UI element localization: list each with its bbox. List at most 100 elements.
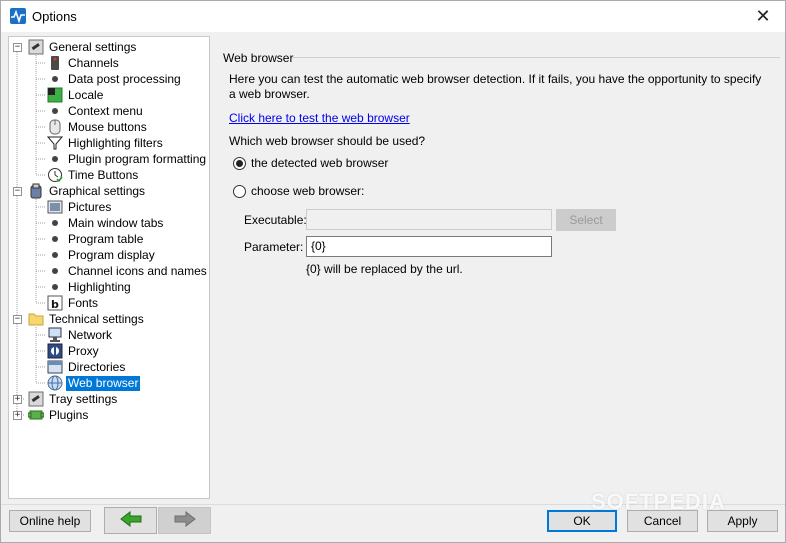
- expander-graphical-settings[interactable]: −: [13, 187, 22, 196]
- tree-item-pictures[interactable]: Pictures: [47, 199, 113, 215]
- tree-item-directories[interactable]: Directories: [47, 359, 127, 375]
- test-browser-link[interactable]: Click here to test the web browser: [229, 111, 410, 125]
- mouse-icon: [47, 119, 63, 135]
- tree-label: General settings: [49, 39, 137, 54]
- tree-item-plugin-program-formatting[interactable]: Plugin program formatting: [47, 151, 208, 167]
- bullet-icon: [47, 247, 63, 263]
- tree-label: Plugins: [49, 407, 89, 422]
- tree-item-locale[interactable]: Locale: [47, 87, 105, 103]
- tree-label: Plugin program formatting: [68, 151, 207, 166]
- tree-item-channel-icons-and-names[interactable]: Channel icons and names: [47, 263, 209, 279]
- tree-item-data-post-processing[interactable]: Data post processing: [47, 71, 183, 87]
- back-button[interactable]: [104, 507, 157, 534]
- tree-item-network[interactable]: Network: [47, 327, 114, 343]
- bullet-icon: [47, 215, 63, 231]
- tree-item-plugins[interactable]: Plugins: [28, 407, 90, 423]
- tree-item-time-buttons[interactable]: Time Buttons: [47, 167, 140, 183]
- select-button[interactable]: Select: [556, 209, 616, 231]
- tree-label: Time Buttons: [68, 167, 139, 182]
- tree-label: Locale: [68, 87, 104, 102]
- tree-label: Pictures: [68, 199, 112, 214]
- font-icon: b: [47, 295, 63, 311]
- executable-field[interactable]: [306, 209, 552, 230]
- tree-item-web-browser[interactable]: Web browser: [47, 374, 142, 392]
- tree-item-technical-settings[interactable]: Technical settings: [28, 311, 146, 327]
- tree-item-tray-settings[interactable]: Tray settings: [28, 391, 119, 407]
- forward-button[interactable]: [158, 507, 211, 534]
- paint-icon: [28, 183, 44, 199]
- tree-item-main-window-tabs[interactable]: Main window tabs: [47, 215, 165, 231]
- app-pulse-icon: [10, 8, 26, 24]
- close-icon: ✕: [755, 5, 771, 26]
- radio-detected-browser[interactable]: the detected web browser: [233, 156, 388, 170]
- funnel-icon: [47, 135, 63, 151]
- tree-label: Tray settings: [49, 391, 118, 406]
- radio-unselected-icon[interactable]: [233, 184, 246, 198]
- radio-choose-browser[interactable]: choose web browser:: [233, 184, 364, 198]
- online-help-button[interactable]: Online help: [9, 510, 91, 532]
- tree-label: Highlighting: [68, 279, 131, 294]
- description-text: Here you can test the automatic web brow…: [229, 72, 762, 101]
- wrench-settings-icon: [28, 39, 44, 55]
- tree-label: Technical settings: [49, 311, 144, 326]
- picture-icon: [47, 199, 63, 215]
- options-window: Options ✕ − General settings Channels Da…: [0, 0, 786, 543]
- parameter-label: Parameter:: [244, 240, 304, 254]
- bullet-icon: [47, 279, 63, 295]
- tree-item-mouse-buttons[interactable]: Mouse buttons: [47, 119, 149, 135]
- bullet-icon: [47, 263, 63, 279]
- close-button[interactable]: ✕: [741, 1, 785, 31]
- tree-label: Directories: [68, 359, 126, 374]
- tree-label: Graphical settings: [49, 183, 146, 198]
- tree-item-graphical-settings[interactable]: Graphical settings: [28, 183, 147, 199]
- tree-item-context-menu[interactable]: Context menu: [47, 103, 145, 119]
- tree-label: Proxy: [68, 343, 99, 358]
- tree-item-fonts[interactable]: b Fonts: [47, 295, 100, 311]
- tree-label: Network: [68, 327, 113, 342]
- globe-icon: [47, 375, 63, 391]
- tree-item-channels[interactable]: Channels: [47, 55, 121, 71]
- tree-item-general-settings[interactable]: General settings: [28, 39, 138, 55]
- tree-item-proxy[interactable]: Proxy: [47, 343, 101, 359]
- bullet-icon: [47, 103, 63, 119]
- svg-text:b: b: [51, 298, 59, 311]
- tree-item-program-table[interactable]: Program table: [47, 231, 145, 247]
- green-left-arrow-icon: [119, 510, 142, 530]
- tree-item-highlighting-filters[interactable]: Highlighting filters: [47, 135, 165, 151]
- expander-plugins[interactable]: +: [13, 411, 22, 420]
- remote-control-icon: [47, 55, 63, 71]
- parameter-field[interactable]: {0}: [306, 236, 552, 257]
- ok-button[interactable]: OK: [547, 510, 617, 532]
- browser-question: Which web browser should be used?: [229, 134, 426, 148]
- parameter-hint: {0} will be replaced by the url.: [306, 262, 463, 276]
- bullet-icon: [47, 151, 63, 167]
- tree-label: Data post processing: [68, 71, 181, 86]
- folder-icon: [28, 311, 44, 327]
- tree-label: Fonts: [68, 295, 99, 310]
- window-title: Options: [32, 9, 77, 24]
- section-title: Web browser: [223, 51, 294, 65]
- clock-icon: [47, 167, 63, 183]
- gray-right-arrow-icon: [174, 510, 196, 530]
- apply-button[interactable]: Apply: [707, 510, 778, 532]
- tree-item-program-display[interactable]: Program display: [47, 247, 157, 263]
- cancel-button[interactable]: Cancel: [627, 510, 698, 532]
- radio-choose-label: choose web browser:: [251, 184, 365, 198]
- tree-label: Channel icons and names: [68, 263, 207, 278]
- tree-item-highlighting[interactable]: Highlighting: [47, 279, 133, 295]
- tree-label: Program table: [68, 231, 144, 246]
- radio-selected-icon[interactable]: [233, 156, 246, 170]
- tree-label: Mouse buttons: [68, 119, 147, 134]
- directory-icon: [47, 359, 63, 375]
- executable-label: Executable:: [244, 213, 307, 227]
- tree-label: Program display: [68, 247, 155, 262]
- section-divider: [292, 57, 780, 58]
- tree-label: Context menu: [68, 103, 143, 118]
- expander-tray-settings[interactable]: +: [13, 395, 22, 404]
- expander-technical-settings[interactable]: −: [13, 315, 22, 324]
- settings-tree[interactable]: − General settings Channels Data post pr…: [8, 36, 210, 499]
- tree-label: Channels: [68, 55, 119, 70]
- bullet-icon: [47, 71, 63, 87]
- expander-general-settings[interactable]: −: [13, 43, 22, 52]
- bullet-icon: [47, 231, 63, 247]
